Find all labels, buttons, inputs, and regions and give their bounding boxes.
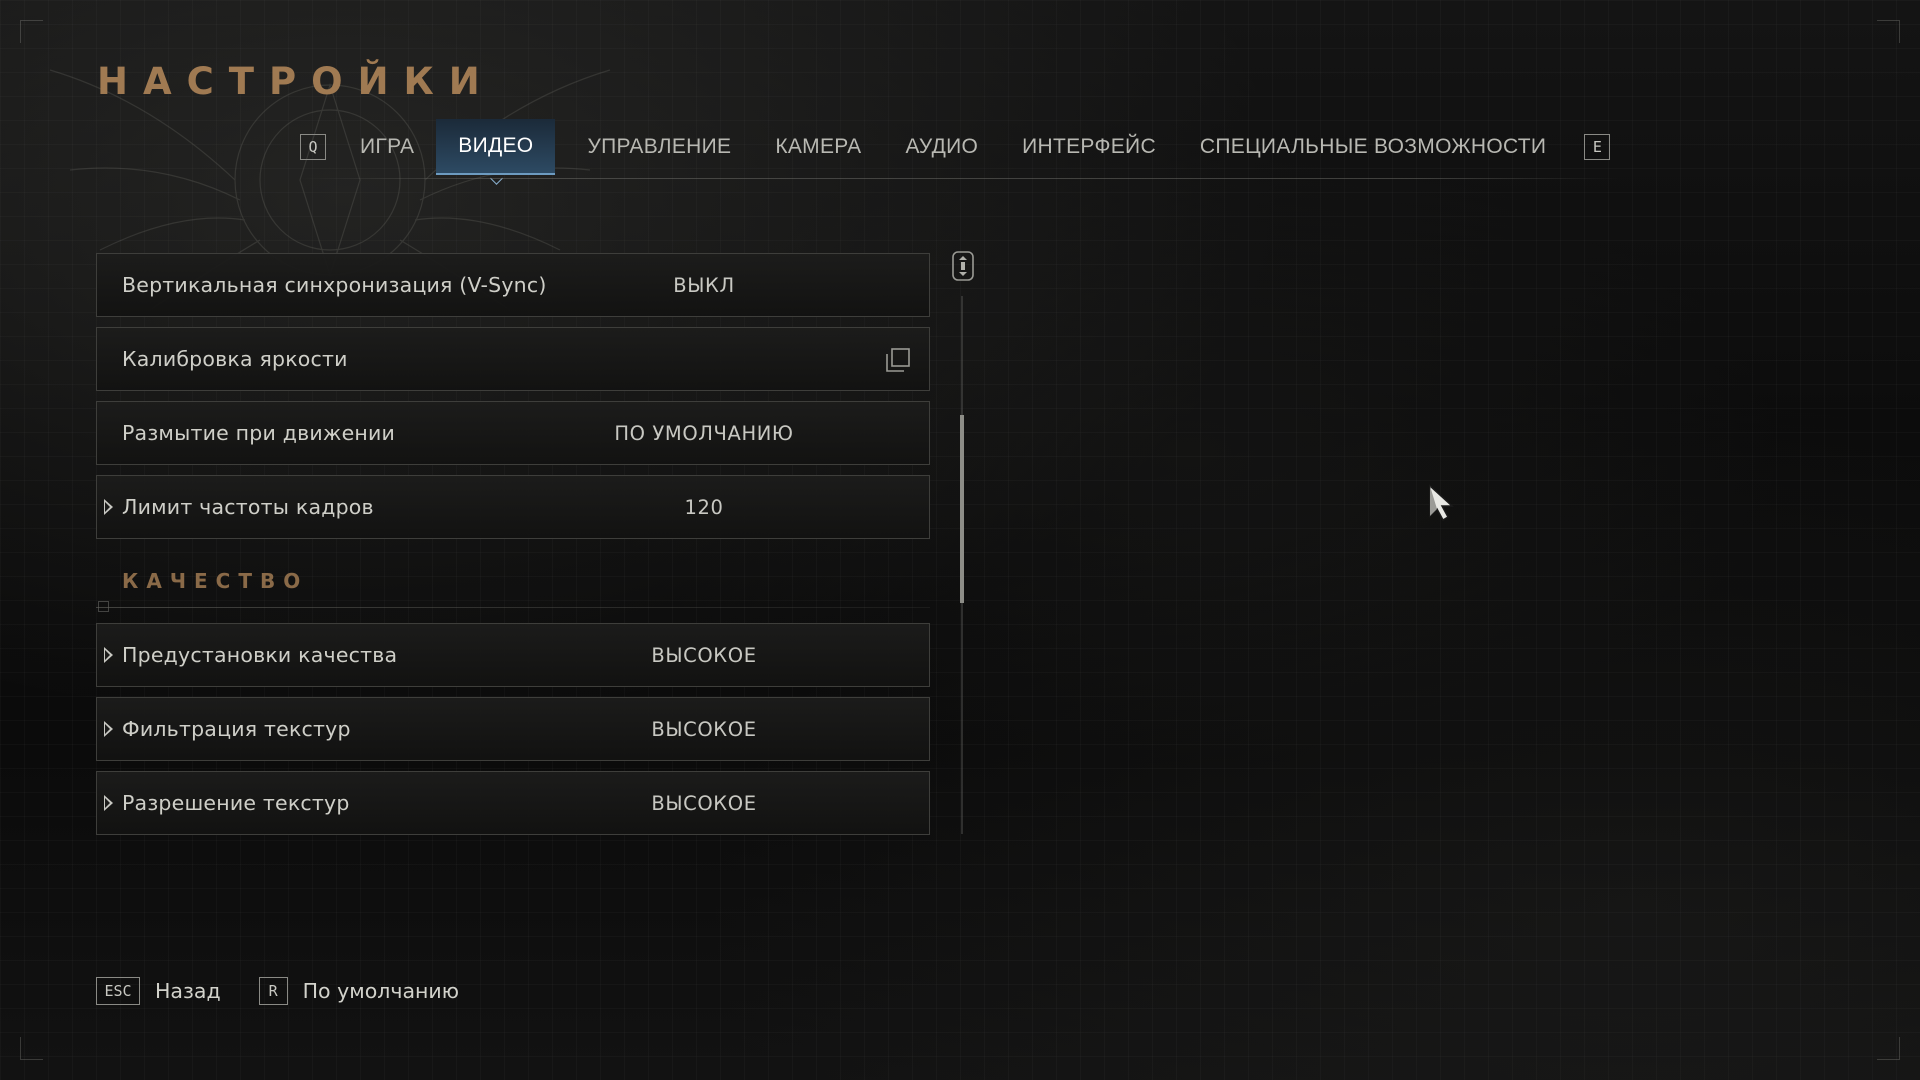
reset-defaults-button[interactable]: R По умолчанию [258, 977, 459, 1005]
frame-corner-bottom-left [20, 1037, 43, 1060]
setting-texture-resolution[interactable]: Разрешение текстур ВЫСОКОЕ [96, 771, 930, 835]
next-tab-key[interactable]: E [1584, 134, 1611, 160]
mouse-cursor-icon [1429, 484, 1454, 522]
prev-tab-key[interactable]: Q [300, 134, 326, 160]
frame-corner-top-right [1877, 20, 1900, 43]
setting-value: ПО УМОЛЧАНИЮ [614, 421, 794, 445]
setting-brightness-calibration[interactable]: Калибровка яркости [96, 327, 930, 391]
tab-audio[interactable]: АУДИО [883, 119, 1000, 175]
tab-bar: Q ИГРА ВИДЕО УПРАВЛЕНИЕ КАМЕРА АУДИО ИНТ… [300, 119, 1611, 175]
setting-label: Калибровка яркости [122, 347, 348, 371]
tab-bar-divider [300, 178, 1620, 179]
setting-label: Размытие при движении [122, 421, 396, 445]
back-label: Назад [155, 979, 221, 1003]
setting-value: ВЫСОКОЕ [651, 643, 757, 667]
setting-value: 120 [684, 495, 724, 519]
tab-interface[interactable]: ИНТЕРФЕЙС [1000, 119, 1178, 175]
footer-actions: ESC Назад R По умолчанию [96, 977, 497, 1005]
setting-motion-blur[interactable]: Размытие при движении ПО УМОЛЧАНИЮ [96, 401, 930, 465]
setting-value: ВЫСОКОЕ [651, 791, 757, 815]
setting-value: ВЫКЛ [673, 273, 735, 297]
scroll-mouse-icon [952, 251, 974, 281]
setting-label: Предустановки качества [122, 643, 398, 667]
frame-corner-bottom-right [1877, 1037, 1900, 1060]
setting-label: Фильтрация текстур [122, 717, 351, 741]
setting-value: ВЫСОКОЕ [651, 717, 757, 741]
tab-video[interactable]: ВИДЕО [436, 119, 556, 175]
tab-camera[interactable]: КАМЕРА [753, 119, 883, 175]
setting-label: Лимит частоты кадров [122, 495, 374, 519]
tab-controls[interactable]: УПРАВЛЕНИЕ [565, 119, 753, 175]
setting-quality-preset[interactable]: Предустановки качества ВЫСОКОЕ [96, 623, 930, 687]
r-key: R [258, 977, 288, 1005]
expand-arrow-icon [104, 647, 113, 663]
setting-label: Разрешение текстур [122, 791, 350, 815]
tab-accessibility[interactable]: СПЕЦИАЛЬНЫЕ ВОЗМОЖНОСТИ [1178, 119, 1568, 175]
settings-screen: НАСТРОЙКИ Q ИГРА ВИДЕО УПРАВЛЕНИЕ КАМЕРА… [0, 0, 1920, 1080]
section-header-quality: КАЧЕСТВО [96, 549, 930, 613]
setting-frame-rate-limit[interactable]: Лимит частоты кадров 120 [96, 475, 930, 539]
expand-arrow-icon [104, 721, 113, 737]
tab-game[interactable]: ИГРА [338, 119, 436, 175]
frame-corner-top-left [20, 20, 43, 43]
section-title: КАЧЕСТВО [122, 569, 309, 593]
back-button[interactable]: ESC Назад [96, 977, 221, 1005]
expand-arrow-icon [104, 499, 113, 515]
page-title: НАСТРОЙКИ [97, 60, 495, 103]
expand-arrow-icon [104, 795, 113, 811]
scroll-thumb[interactable] [960, 415, 964, 603]
setting-vsync[interactable]: Вертикальная синхронизация (V-Sync) ВЫКЛ [96, 253, 930, 317]
esc-key: ESC [96, 977, 140, 1005]
setting-label: Вертикальная синхронизация (V-Sync) [122, 273, 547, 297]
section-divider [96, 607, 930, 608]
settings-scrollbar[interactable] [948, 250, 978, 835]
setting-texture-filtering[interactable]: Фильтрация текстур ВЫСОКОЕ [96, 697, 930, 761]
settings-list: Вертикальная синхронизация (V-Sync) ВЫКЛ… [96, 253, 930, 845]
reset-defaults-label: По умолчанию [302, 979, 459, 1003]
open-window-icon [886, 348, 910, 372]
